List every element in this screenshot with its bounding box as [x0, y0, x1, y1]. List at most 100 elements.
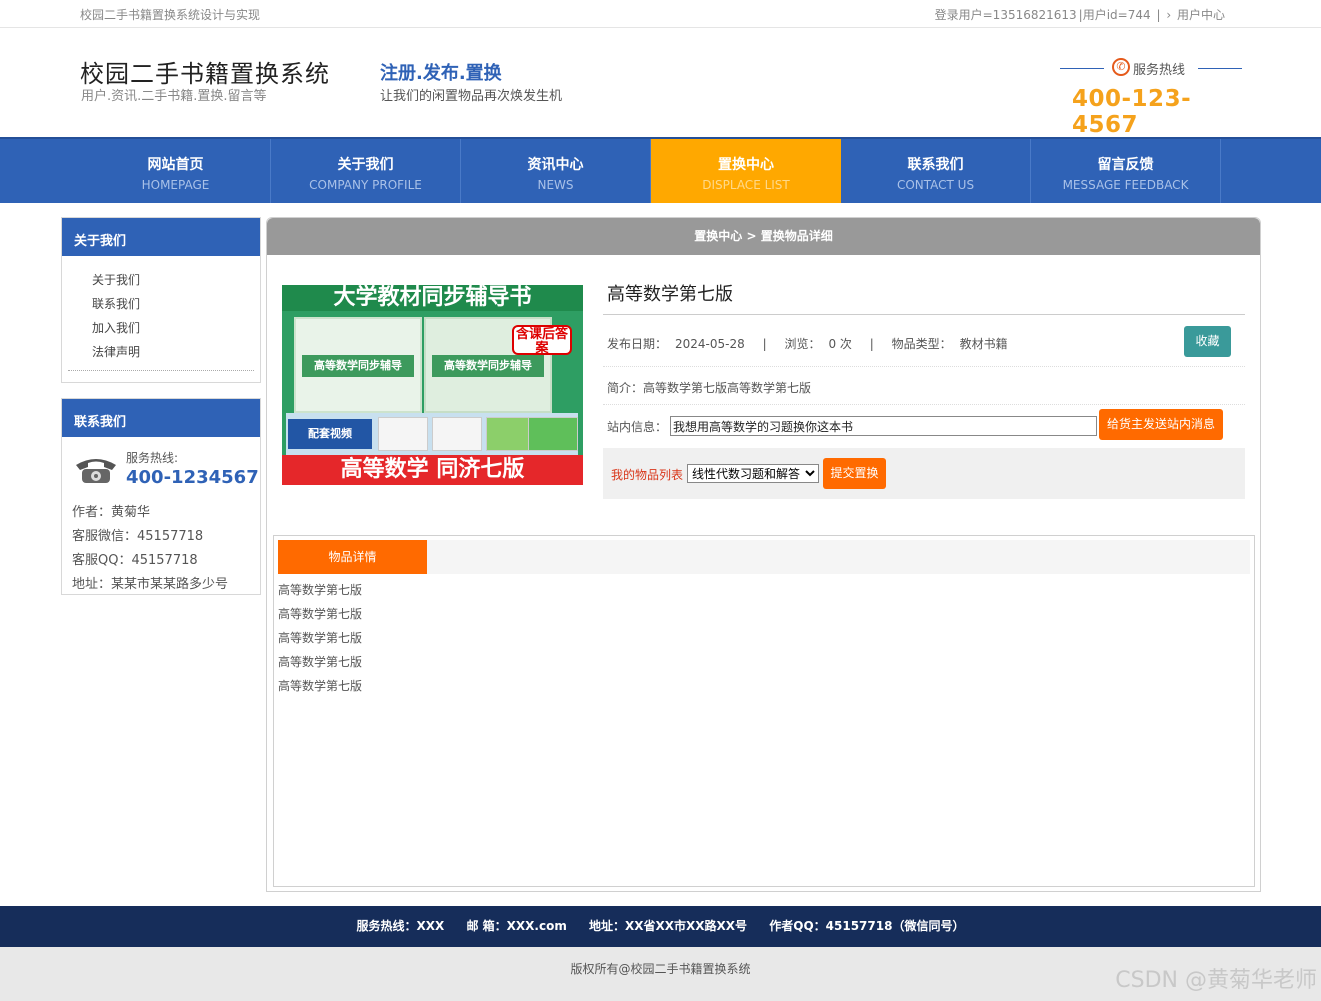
divider [1060, 68, 1104, 69]
book-cover-image: 大学教材同步辅导书 高等数学同步辅导 高等数学同步辅导 含课后答案 配套视频 高… [282, 285, 583, 485]
sidebar-contact: 联系我们 服务热线: 400-1234567 作者：黄菊华 客服微信：45157… [61, 398, 261, 595]
slogan-subtitle: 让我们的闲置物品再次焕发生机 [380, 89, 563, 104]
nav-label: 留言反馈 [1097, 157, 1154, 173]
cover-badge: 含课后答案 [512, 325, 572, 356]
cover-video-label: 配套视频 [288, 419, 372, 449]
submit-swap-button[interactable]: 提交置换 [823, 458, 886, 489]
favorite-button[interactable]: 收藏 [1184, 326, 1231, 357]
footer-email: 邮 箱：XXX.com [466, 919, 567, 933]
user-id-text: |用户id=744 [1078, 8, 1151, 22]
nav-item-contact[interactable]: 联系我们 CONTACT US [841, 139, 1031, 203]
type-value: 教材书籍 [959, 337, 1008, 351]
detail-tabs: 物品详情 [278, 540, 1250, 574]
item-title: 高等数学第七版 [607, 284, 733, 305]
footer-address: 地址：XX省XX市XX路XX号 [589, 919, 748, 933]
tel-number: 400-1234567 [126, 467, 259, 488]
date-label: 发布日期： [607, 337, 668, 351]
separator: | [762, 337, 767, 351]
nav-item-displace[interactable]: 置换中心 DISPLACE LIST [651, 139, 841, 203]
detail-line: 高等数学第七版 [278, 655, 363, 669]
sidebar-item-about[interactable]: 关于我们 [92, 270, 260, 294]
wechat-text: 客服微信：45157718 [72, 529, 204, 544]
nav-item-news[interactable]: 资讯中心 NEWS [461, 139, 651, 203]
watermark: CSDN @黄菊华老师 [1115, 968, 1317, 993]
type-label: 物品类型： [891, 337, 952, 351]
main-panel: 置换中心 > 置换物品详细 大学教材同步辅导书 高等数学同步辅导 高等数学同步辅… [266, 217, 1261, 892]
detail-line: 高等数学第七版 [278, 607, 363, 621]
sidebar-item-legal[interactable]: 法律声明 [92, 342, 260, 366]
divider [603, 314, 1245, 315]
cover-top-text: 大学教材同步辅导书 [282, 285, 583, 311]
nav-sublabel: CONTACT US [896, 178, 975, 192]
qq-text: 客服QQ：45157718 [72, 553, 198, 568]
send-message-button[interactable]: 给货主发送站内消息 [1099, 409, 1223, 440]
telephone-icon [76, 459, 116, 483]
footer-hotline: 服务热线：XXX [356, 919, 445, 933]
item-intro: 简介：高等数学第七版高等数学第七版 [607, 381, 812, 395]
message-label: 站内信息： [607, 420, 668, 434]
sidebar-about: 关于我们 关于我们 联系我们 加入我们 法律声明 [61, 217, 261, 383]
site-caption: 校园二手书籍置换系统设计与实现 [80, 8, 261, 22]
separator: | [1156, 8, 1161, 22]
phone-icon: ✆ [1112, 58, 1130, 76]
detail-line: 高等数学第七版 [278, 679, 363, 693]
hotline-label: 服务热线 [1133, 63, 1186, 78]
hotline-box: ✆ 服务热线 400-123-4567 [1060, 56, 1242, 138]
my-items-label: 我的物品列表 [611, 468, 684, 482]
site-subtitle: 用户.资讯.二手书籍.置换.留言等 [81, 89, 267, 104]
cover-thumb [528, 417, 578, 451]
site-title: 校园二手书籍置换系统 [80, 60, 330, 88]
nav-item-about[interactable]: 关于我们 COMPANY PROFILE [271, 139, 461, 203]
sidebar-item-join[interactable]: 加入我们 [92, 318, 260, 342]
tab-item-detail[interactable]: 物品详情 [278, 540, 427, 574]
breadcrumb: 置换中心 > 置换物品详细 [267, 218, 1260, 255]
item-meta: 发布日期： 2024-05-28 | 浏览： 0 次 | 物品类型： 教材书籍 [607, 335, 1008, 352]
divider [1198, 68, 1242, 69]
divider [68, 370, 254, 371]
sidebar-about-title: 关于我们 [62, 218, 260, 256]
nav-sublabel: DISPLACE LIST [702, 178, 790, 192]
sidebar-item-contact[interactable]: 联系我们 [92, 294, 260, 318]
detail-box: 物品详情 高等数学第七版 高等数学第七版 高等数学第七版 高等数学第七版 高等数… [273, 535, 1255, 887]
views-value: 0 次 [828, 337, 852, 351]
detail-content: 高等数学第七版 高等数学第七版 高等数学第七版 高等数学第七版 高等数学第七版 [278, 578, 362, 698]
footer-info: 服务热线：XXX 邮 箱：XXX.com 地址：XX省XX市XX路XX号 作者Q… [0, 906, 1321, 947]
separator: | [869, 337, 874, 351]
address-text: 地址：某某市某某路多少号 [72, 577, 229, 592]
nav-sublabel: MESSAGE FEEDBACK [1062, 178, 1189, 192]
nav-sublabel: NEWS [537, 178, 574, 192]
slogan: 注册.发布.置换 [380, 63, 502, 84]
cover-book-title: 高等数学同步辅导 [302, 355, 414, 377]
nav-item-home[interactable]: 网站首页 HOMEPAGE [81, 139, 271, 203]
nav-item-feedback[interactable]: 留言反馈 MESSAGE FEEDBACK [1031, 139, 1221, 203]
detail-line: 高等数学第七版 [278, 631, 363, 645]
nav-label: 联系我们 [907, 157, 964, 173]
nav-sublabel: COMPANY PROFILE [309, 178, 422, 192]
nav-sublabel: HOMEPAGE [141, 178, 210, 192]
divider [603, 404, 1245, 405]
top-strip: 校园二手书籍置换系统设计与实现 登录用户=13516821613 |用户id=74… [0, 0, 1321, 28]
cover-strip: 配套视频 [286, 413, 578, 455]
user-status: 登录用户=13516821613 |用户id=744 | › 用户中心 [933, 6, 1225, 23]
date-value: 2024-05-28 [675, 337, 745, 351]
nav-label: 资讯中心 [527, 157, 584, 173]
views-label: 浏览： [784, 337, 821, 351]
header: 校园二手书籍置换系统 用户.资讯.二手书籍.置换.留言等 注册.发布.置换 让我… [0, 28, 1321, 138]
my-items-select[interactable]: 线性代数习题和解答 [687, 464, 819, 483]
cover-book-title: 高等数学同步辅导 [432, 355, 544, 377]
cover-thumb [432, 417, 482, 451]
hotline-number: 400-123-4567 [1072, 86, 1192, 138]
nav-label: 置换中心 [718, 157, 774, 173]
sidebar-about-list: 关于我们 联系我们 加入我们 法律声明 [62, 256, 260, 366]
nav-label: 关于我们 [337, 157, 394, 173]
cover-book: 高等数学同步辅导 [294, 317, 422, 413]
nav-label: 网站首页 [147, 157, 204, 173]
detail-line: 高等数学第七版 [278, 583, 363, 597]
sidebar-contact-title: 联系我们 [62, 399, 260, 437]
chevron-right-icon: › [1166, 8, 1172, 22]
user-center-link[interactable]: 用户中心 [1177, 8, 1225, 22]
main-nav: 网站首页 HOMEPAGE 关于我们 COMPANY PROFILE 资讯中心 … [0, 137, 1321, 203]
message-input[interactable] [670, 416, 1097, 436]
tel-label: 服务热线: [126, 451, 179, 465]
author-text: 作者：黄菊华 [72, 505, 151, 520]
